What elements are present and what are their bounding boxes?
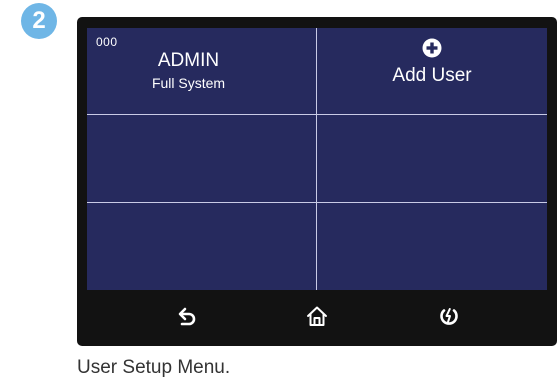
home-button[interactable] — [303, 302, 331, 330]
user-id: 000 — [96, 35, 118, 49]
figure-caption: User Setup Menu. — [77, 357, 231, 378]
user-tile-admin[interactable]: 000 ADMIN Full System — [87, 28, 317, 116]
bottom-nav-bar — [87, 290, 547, 346]
power-button[interactable] — [435, 302, 463, 330]
back-button[interactable] — [173, 302, 201, 330]
empty-user-slot[interactable] — [87, 115, 317, 203]
add-user-label: Add User — [392, 65, 472, 86]
plus-circle-icon — [422, 38, 442, 58]
user-setup-grid: 000 ADMIN Full System Add User — [87, 28, 547, 290]
device-display: 000 ADMIN Full System Add User — [77, 17, 557, 346]
user-name: ADMIN — [157, 50, 220, 71]
figure: 2 000 ADMIN Full System Add User User Se… — [0, 0, 557, 389]
empty-user-slot[interactable] — [317, 115, 547, 203]
add-user-button[interactable]: Add User — [317, 28, 547, 116]
power-icon — [440, 308, 458, 325]
step-number-badge: 2 — [21, 3, 57, 39]
empty-user-slot[interactable] — [87, 202, 317, 290]
back-arrow-icon — [178, 307, 196, 326]
user-role: Full System — [151, 75, 226, 91]
home-icon — [307, 306, 327, 326]
empty-user-slot[interactable] — [317, 203, 547, 290]
